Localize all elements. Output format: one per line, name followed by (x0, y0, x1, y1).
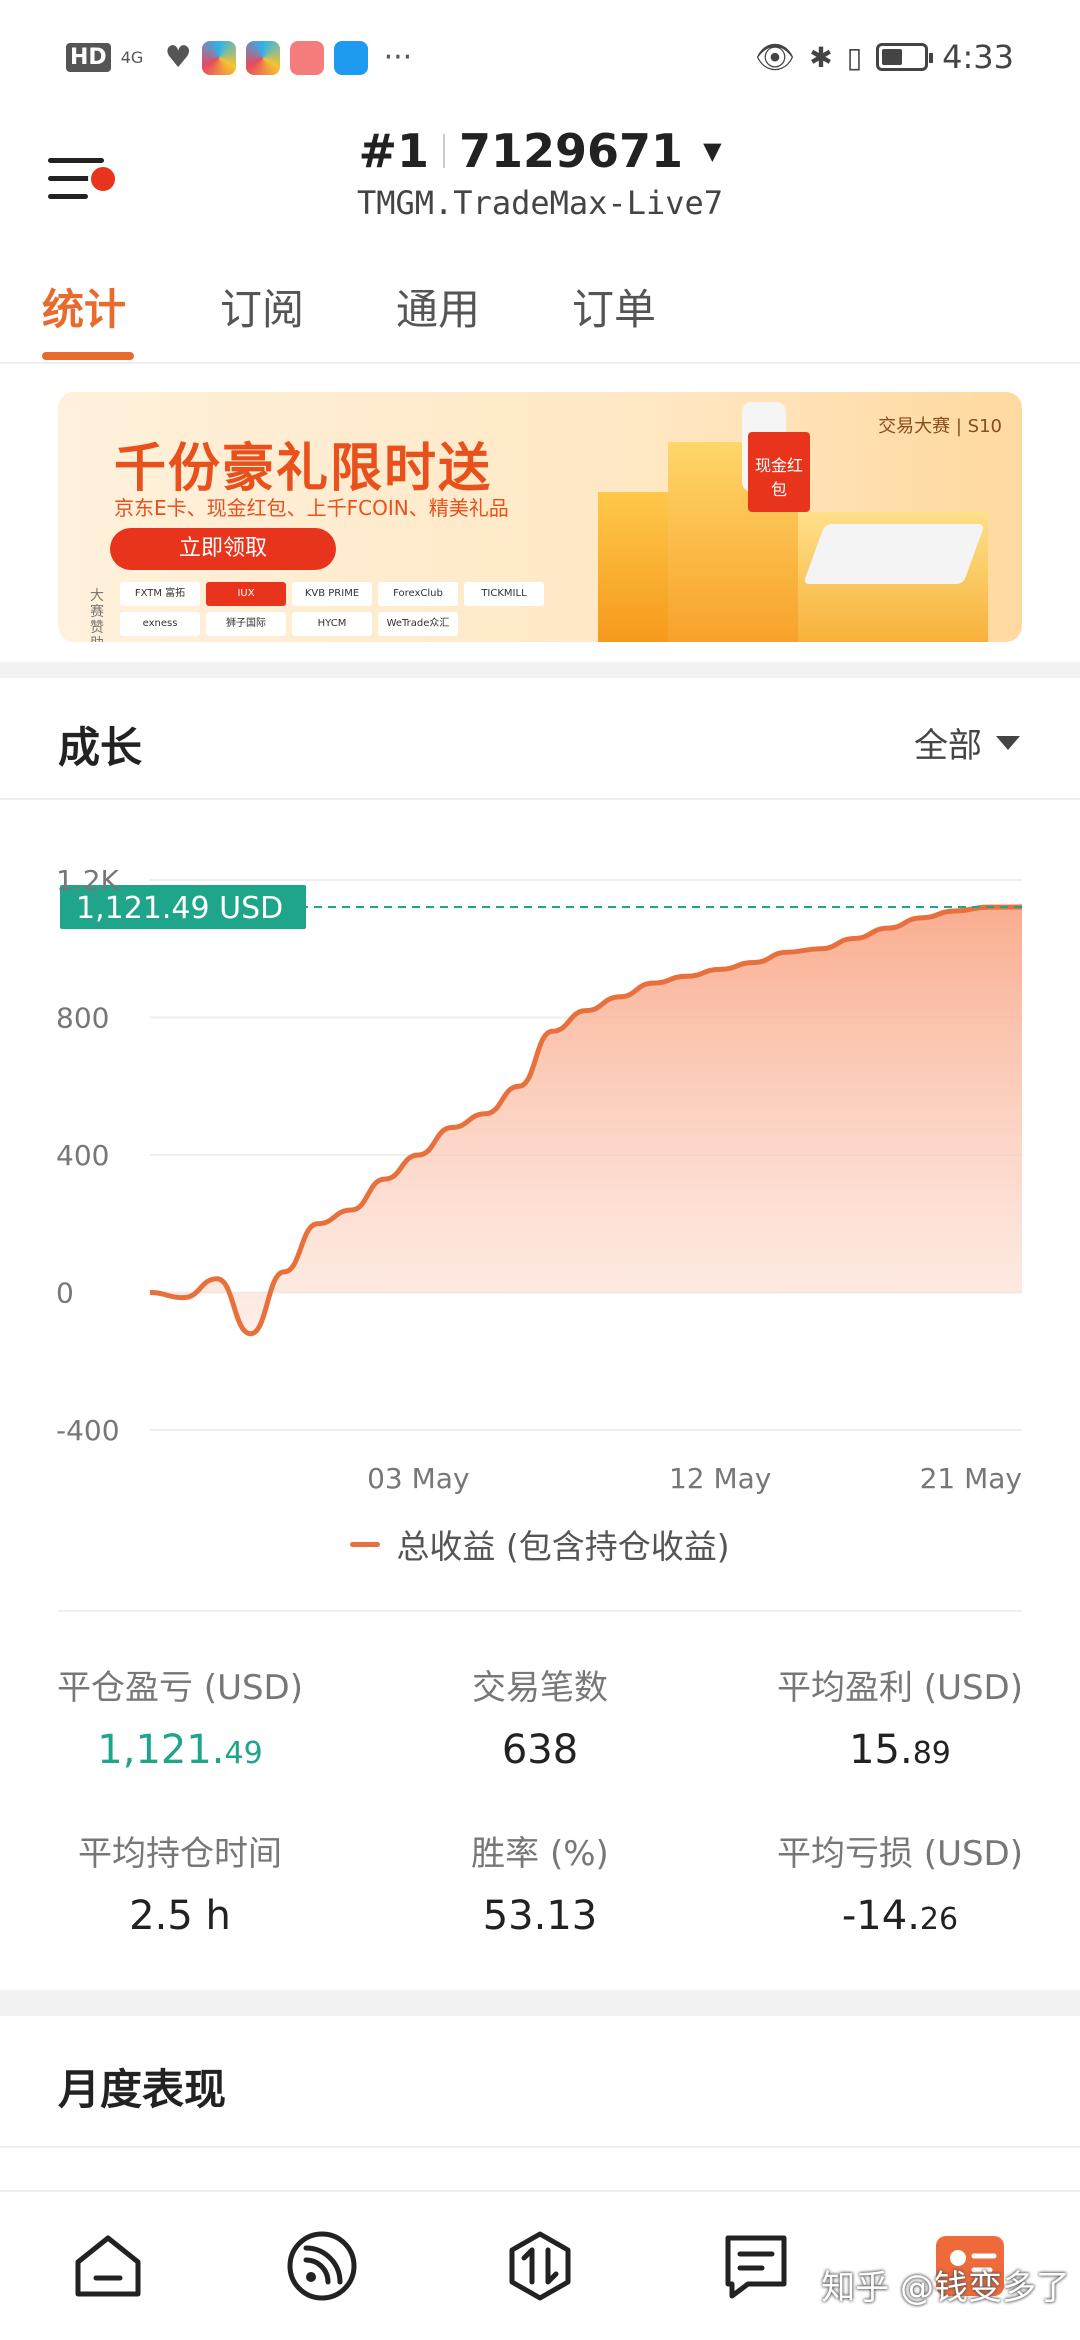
sponsor-label: 大赛赞助 (90, 588, 104, 642)
stat-label: 平均持仓时间 (78, 1834, 282, 1874)
divider (58, 1610, 1022, 1612)
trade-icon[interactable] (502, 2228, 578, 2304)
search-app-icon (333, 40, 368, 75)
growth-header: 成长 全部 (0, 678, 1080, 800)
growth-title: 成长 (58, 723, 143, 772)
stat-avg-hold-time: 平均持仓时间 2.5 h (0, 1826, 360, 1939)
stat-label: 平均亏损 (USD) (777, 1834, 1023, 1874)
range-filter-label: 全部 (914, 726, 982, 766)
growth-chart-svg: 1,121.49 USD -40004008001.2K 03 May 12 Ma… (56, 864, 1023, 1495)
app-icon-1 (201, 40, 236, 75)
stat-value: 15.89 (849, 1727, 951, 1773)
more-notifications-icon: ··· (383, 40, 413, 75)
y-tick-label: 800 (56, 1002, 109, 1035)
section-divider (0, 662, 1080, 678)
sponsor-logo: 狮子国际 (206, 612, 286, 636)
stat-win-rate: 胜率 (%) 53.13 (360, 1826, 720, 1939)
legend-label: 总收益 (包含持仓收益) (396, 1527, 730, 1566)
chart-legend[interactable]: 总收益 (包含持仓收益) (0, 1520, 1080, 1568)
sponsor-logo: FXTM 富拓 (120, 582, 200, 606)
tab-bar: 统计 订阅 通用 订单 (0, 270, 1080, 364)
monthly-performance-title: 月度表现 (58, 2065, 227, 2114)
sponsor-logo: ForexClub (378, 582, 458, 606)
stat-avg-loss: 平均亏损 (USD) -14.26 (720, 1826, 1080, 1939)
promo-banner[interactable]: 千份豪礼限时送 京东E卡、现金红包、上千FCOIN、精美礼品 立即领取 大赛赞助… (58, 392, 1022, 642)
y-tick-label: -400 (56, 1414, 120, 1447)
sponsor-logos: FXTM 富拓 IUX KVB PRIME ForexClub TICKMILL… (120, 582, 580, 636)
stat-label: 胜率 (%) (471, 1834, 609, 1874)
sponsor-logo: KVB PRIME (292, 582, 372, 606)
stat-value: 2.5 h (129, 1893, 231, 1939)
stat-label: 平均盈利 (USD) (777, 1668, 1023, 1708)
stat-value: 638 (501, 1727, 579, 1773)
account-switcher[interactable]: #1 7129671 ▼ TMGM.TradeMax-Live7 (0, 124, 1080, 222)
signal-icon: 4G (120, 47, 144, 67)
eye-icon: 👁 (754, 38, 796, 76)
tab-stats[interactable]: 统计 (42, 276, 126, 337)
status-bar: HD 4G ♥ ··· 👁 ✱ ▯ 4:33 (0, 0, 1080, 120)
y-tick-label: 0 (56, 1277, 74, 1310)
stat-value: 1,121.49 (97, 1727, 263, 1773)
account-number: 7129671 (459, 124, 684, 178)
vibrate-icon: ▯ (846, 40, 863, 74)
chevron-down-icon (996, 735, 1020, 750)
claim-button[interactable]: 立即领取 (110, 528, 336, 570)
hd-badge: HD (66, 43, 111, 72)
bluetooth-icon: ✱ (809, 40, 833, 74)
stat-label: 平仓盈亏 (USD) (57, 1668, 303, 1708)
clock: 4:33 (942, 38, 1014, 76)
legend-swatch (350, 1541, 381, 1547)
stat-avg-profit: 平均盈利 (USD) 15.89 (720, 1660, 1080, 1773)
watermark: 知乎 @钱变多了 (821, 2268, 1070, 2308)
sponsor-logo: WeTrade众汇 (378, 612, 458, 636)
news-icon[interactable] (718, 2228, 794, 2304)
tab-general[interactable]: 通用 (396, 276, 480, 337)
stat-label: 交易笔数 (472, 1668, 608, 1708)
y-tick-label: 400 (56, 1139, 109, 1172)
x-tick-label: 03 May (367, 1462, 469, 1495)
red-envelope-image: 现金红包 (748, 432, 810, 512)
sponsor-logo: TICKMILL (464, 582, 544, 606)
health-icon: ♥ (164, 40, 192, 75)
section-divider (0, 1990, 1080, 2016)
sponsor-logo: exness (120, 612, 200, 636)
feed-icon[interactable] (284, 2228, 360, 2304)
tab-orders[interactable]: 订单 (572, 276, 656, 337)
tab-subscribe[interactable]: 订阅 (220, 276, 304, 337)
server-name: TMGM.TradeMax-Live7 (356, 184, 724, 222)
shop-icon (289, 40, 324, 75)
sponsor-logo: IUX (206, 582, 286, 606)
battery-icon (876, 43, 934, 71)
account-rank: #1 (358, 124, 430, 178)
stat-value: 53.13 (482, 1893, 598, 1939)
divider (0, 2146, 1080, 2148)
bottom-nav: 知乎 @钱变多了 (0, 2190, 1080, 2340)
sponsor-logo: HYCM (292, 612, 372, 636)
stat-trade-count: 交易笔数 638 (360, 1660, 720, 1773)
stat-closed-pnl: 平仓盈亏 (USD) 1,121.49 (0, 1660, 360, 1773)
x-tick-label: 12 May (669, 1462, 771, 1495)
contest-brand: 交易大赛 | S10 (878, 416, 1002, 437)
keyboard-image (803, 524, 985, 584)
growth-area (150, 906, 1022, 1334)
banner-subtitle: 京东E卡、现金红包、上千FCOIN、精美礼品 (114, 496, 509, 520)
y-tick-label: 1.2K (56, 864, 120, 897)
stat-value: -14.26 (841, 1893, 959, 1939)
active-tab-indicator (42, 352, 134, 360)
home-icon[interactable] (70, 2228, 146, 2304)
chevron-down-icon: ▼ (703, 137, 722, 165)
range-filter-dropdown[interactable]: 全部 (914, 718, 1020, 767)
banner-title: 千份豪礼限时送 (114, 439, 493, 499)
account-header: #1 7129671 ▼ TMGM.TradeMax-Live7 (0, 120, 1080, 240)
x-tick-label: 21 May (920, 1462, 1022, 1495)
growth-chart[interactable]: 1,121.49 USD -400 0 400 800 1.2K 03 May 12 Ma… (0, 820, 1080, 1540)
app-icon-2 (245, 40, 280, 75)
